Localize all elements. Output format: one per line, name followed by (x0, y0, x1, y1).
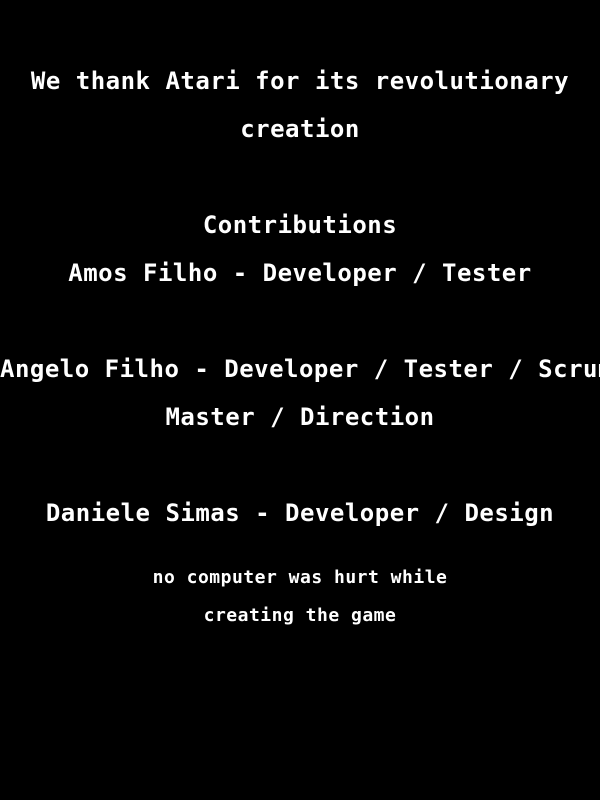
contributions-heading: Contributions (202, 211, 398, 239)
footnote-line-2: creating the game (203, 605, 397, 626)
contributor-angelo-line-1: Angelo Filho - Developer / Tester / Scru… (0, 355, 600, 383)
contributor-daniele: Daniele Simas - Developer / Design (45, 499, 555, 527)
contributor-angelo-line-2: Master / Direction (165, 403, 435, 431)
contributor-amos: Amos Filho - Developer / Tester (68, 259, 532, 287)
thanks-text-line-1: We thank Atari for its revolutionary (30, 67, 570, 95)
credits-screen: We thank Atari for its revolutionary cre… (0, 0, 600, 800)
thanks-text-line-2: creation (240, 115, 360, 143)
footnote-line-1: no computer was hurt while (152, 567, 448, 588)
